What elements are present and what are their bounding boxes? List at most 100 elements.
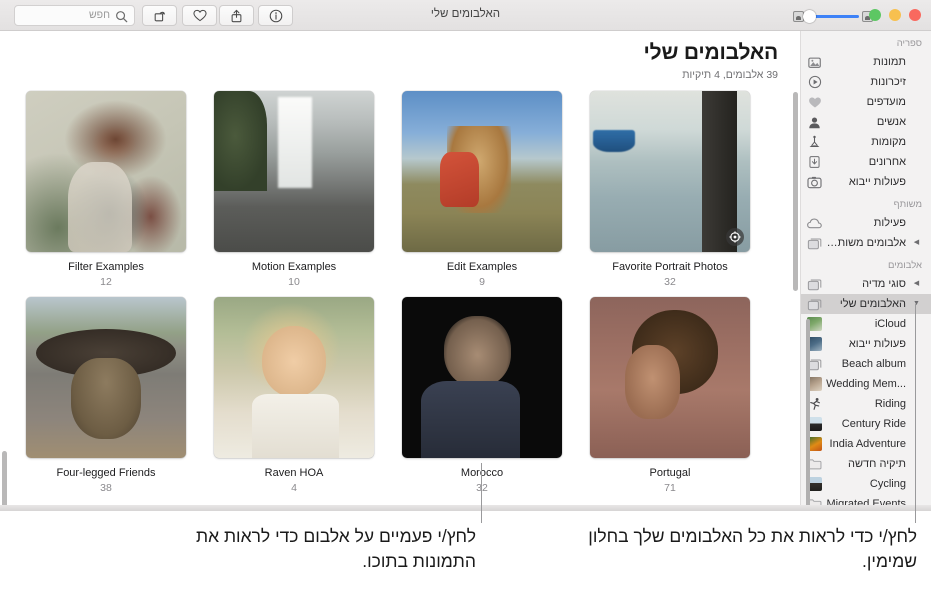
search-icon: [116, 11, 128, 23]
album-item[interactable]: Filter Examples 12: [26, 91, 186, 288]
album-cover-image: [214, 297, 374, 458]
album-stack-icon: [807, 277, 822, 291]
sidebar-item-label: פעולות ייבוא: [848, 176, 906, 188]
sidebar-scrollbar[interactable]: [806, 319, 810, 511]
photos-app-window: האלבומים שלי חפש האלבומים שלי 39 אלבומים…: [0, 0, 931, 511]
sidebar-item-1-3[interactable]: מועדפים: [801, 92, 931, 112]
album-thumbnail[interactable]: [590, 91, 750, 252]
sidebar-item-label: Riding: [874, 398, 906, 410]
sidebar-item-3-3[interactable]: iCloud: [801, 314, 931, 334]
callout-annotations: לחץ/י פעמיים על אלבום כדי לראות את התמונ…: [0, 304, 931, 604]
share-button[interactable]: [219, 5, 254, 26]
sidebar-item-3-9[interactable]: India Adventure: [801, 434, 931, 454]
sidebar-item-3-4[interactable]: פעולות ייבוא: [801, 334, 931, 354]
info-icon: [269, 9, 282, 22]
sidebar-item-2-2[interactable]: אלבומים משותפים ◀: [801, 233, 931, 253]
sidebar-item-label: אנשים: [876, 116, 906, 128]
sidebar-item-1-1[interactable]: תמונות: [801, 52, 931, 72]
rotate-button[interactable]: [142, 5, 177, 26]
sidebar-item-3-1[interactable]: סוגי מדיה ◀: [801, 274, 931, 294]
close-button[interactable]: [909, 9, 921, 21]
sidebar-list: ספריה תמונות זיכרונות מועדפים אנשים מקומות אחר…: [801, 31, 931, 511]
sidebar-item-2-1[interactable]: פעילות: [801, 213, 931, 233]
sidebar-item-label: אחרונים: [868, 156, 906, 168]
album-item[interactable]: Raven HOA 4: [214, 297, 374, 494]
window-toolbar: האלבומים שלי חפש: [0, 0, 931, 31]
sidebar-item-3-10[interactable]: תיקיה חדשה: [801, 454, 931, 474]
sidebar-item-3-5[interactable]: Beach album: [801, 354, 931, 374]
sidebar-item-3-8[interactable]: Century Ride: [801, 414, 931, 434]
sidebar-item-3-7[interactable]: Riding: [801, 394, 931, 414]
thumbnail-zoom-slider[interactable]: [793, 8, 873, 24]
sidebar-item-label: ...Wedding Mem: [826, 378, 906, 390]
places-pin-icon: [807, 135, 822, 149]
sidebar-item-label: סוגי מדיה: [862, 278, 906, 290]
album-item[interactable]: Four-legged Friends 38: [26, 297, 186, 494]
sidebar-item-label: Century Ride: [841, 418, 906, 430]
sidebar-item-1-6[interactable]: אחרונים: [801, 152, 931, 172]
content-scrollbar[interactable]: [793, 92, 798, 291]
chevron-left-icon[interactable]: ◀: [911, 233, 922, 253]
album-item[interactable]: Motion Examples 10: [214, 91, 374, 288]
shared-album-icon: [807, 236, 822, 250]
sidebar-item-1-5[interactable]: מקומות: [801, 132, 931, 152]
heart-icon: [192, 9, 207, 22]
album-name: Favorite Portrait Photos: [612, 261, 728, 273]
search-placeholder: חפש: [89, 9, 110, 21]
sidebar-section-title: משותף: [893, 199, 922, 210]
album-name: Four-legged Friends: [56, 467, 156, 479]
album-thumbnail[interactable]: [590, 297, 750, 458]
album-stack-icon: [807, 297, 822, 311]
sidebar-item-1-7[interactable]: פעולות ייבוא: [801, 172, 931, 192]
album-thumbnail[interactable]: [214, 297, 374, 458]
sidebar-item-1-2[interactable]: זיכרונות: [801, 72, 931, 92]
maximize-button[interactable]: [869, 9, 881, 21]
album-name: Morocco: [460, 467, 504, 479]
window-title: האלבומים שלי: [430, 8, 501, 20]
album-item[interactable]: Portugal 71: [590, 297, 750, 494]
album-item[interactable]: Edit Examples 9: [402, 91, 562, 288]
sidebar-section-title: אלבומים: [887, 260, 922, 271]
chevron-left-icon[interactable]: ◀: [911, 274, 922, 294]
minimize-button[interactable]: [889, 9, 901, 21]
album-thumbnail[interactable]: [214, 91, 374, 252]
content-header: האלבומים שלי 39 אלבומים, 4 תיקיות: [644, 41, 779, 81]
sidebar-item-label: iCloud: [874, 318, 906, 330]
zoom-slider-knob[interactable]: [803, 9, 816, 23]
sidebar-item-1-4[interactable]: אנשים: [801, 112, 931, 132]
left-edge-scrollbar[interactable]: [2, 451, 7, 511]
cloud-icon: [807, 216, 822, 230]
sidebar-item-3-11[interactable]: Cycling: [801, 474, 931, 494]
photos-icon: [807, 55, 822, 69]
sidebar-item-label: מועדפים: [866, 96, 906, 108]
album-cover-image: [402, 297, 562, 458]
sidebar-item-label: תמונות: [873, 56, 906, 68]
chevron-down-icon[interactable]: ▼: [911, 294, 922, 314]
share-icon: [231, 9, 242, 22]
album-name: Edit Examples: [446, 261, 518, 273]
album-cover-image: [402, 91, 562, 252]
sidebar-item-3-2[interactable]: האלבומים שלי ▼: [801, 294, 931, 314]
album-thumbnail[interactable]: [402, 91, 562, 252]
info-button[interactable]: [258, 5, 293, 26]
callout-leader-line-left: [481, 463, 482, 523]
sidebar-section-title: ספריה: [896, 38, 922, 49]
import-camera-icon: [807, 175, 822, 189]
favorite-button[interactable]: [182, 5, 217, 26]
album-item[interactable]: Favorite Portrait Photos 32: [590, 91, 750, 288]
sidebar-item-label: זיכרונות: [870, 76, 906, 88]
albums-content-area: האלבומים שלי 39 אלבומים, 4 תיקיות Filter…: [0, 31, 800, 511]
recents-icon: [807, 155, 822, 169]
album-photo-count: 38: [100, 482, 112, 494]
album-thumbnail[interactable]: [402, 297, 562, 458]
album-cover-image: [26, 91, 186, 252]
album-item[interactable]: Morocco 32: [402, 297, 562, 494]
album-photo-count: 4: [291, 482, 297, 494]
page-subtitle: 39 אלבומים, 4 תיקיות: [682, 69, 778, 81]
callout-text-sidebar: לחץ/י כדי לראות את כל האלבומים שלך בחלון…: [588, 526, 917, 571]
search-input[interactable]: חפש: [14, 5, 135, 26]
sidebar-item-3-6[interactable]: ...Wedding Mem: [801, 374, 931, 394]
album-photo-count: 9: [479, 276, 485, 288]
album-thumbnail[interactable]: [26, 91, 186, 252]
album-thumbnail[interactable]: [26, 297, 186, 458]
